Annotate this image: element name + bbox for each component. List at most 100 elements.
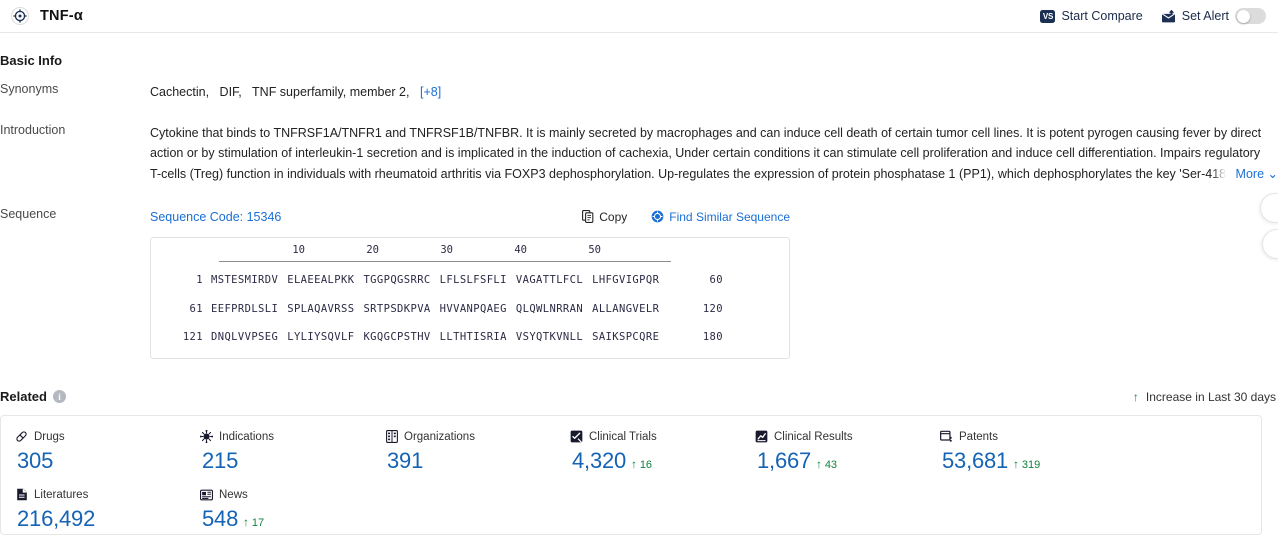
related-cards-grid: Drugs 305 Indications 215 Organizations 391 Cl…: [1, 430, 1261, 534]
info-icon[interactable]: i: [52, 390, 66, 403]
related-card-literatures[interactable]: Literatures 216,492: [1, 488, 186, 532]
related-card-header: Organizations: [385, 430, 556, 443]
sequence-ruler: 10 20 30 40 50: [151, 244, 789, 262]
delta-arrow-up-icon: ↑: [1013, 459, 1019, 471]
copy-icon: [582, 210, 594, 224]
sequence-lines: 1 MSTESMIRDV ELAEEALPKK TGGPQGSRRC LFLSLFSFL…: [151, 270, 789, 359]
sequence-chunk: LLTHTISRIA: [439, 331, 507, 343]
related-card-header: Indications: [200, 430, 371, 443]
basic-info-title: Basic Info: [0, 53, 63, 68]
related-card-delta: ↑ 319: [1013, 459, 1040, 472]
start-compare-button[interactable]: VS Start Compare: [1040, 9, 1143, 23]
sequence-line: 61 EEFPRDLSLI SPLAQAVRSS SRTPSDKPVA HVVANPQA…: [151, 299, 789, 320]
related-card-clinical-results[interactable]: Clinical Results 1,667 ↑ 43: [741, 430, 926, 474]
sequence-line-end: 60: [709, 274, 723, 286]
find-similar-label: Find Similar Sequence: [669, 209, 790, 224]
find-similar-icon: [651, 210, 664, 223]
sequence-line: 1 MSTESMIRDV ELAEEALPKK TGGPQGSRRC LFLSLFSFL…: [151, 270, 789, 291]
top-bar-actions: VS Start Compare Set Alert: [1040, 8, 1270, 24]
related-cards-panel: Drugs 305 Indications 215 Organizations 391 Cl…: [0, 415, 1262, 535]
related-card-drugs[interactable]: Drugs 305: [1, 430, 186, 474]
sequence-chunk: DNQLVVPSEG: [211, 331, 279, 343]
related-card-delta: ↑ 16: [631, 459, 652, 472]
sequence-header: Sequence Code: 15346 Copy Find Similar S…: [150, 207, 790, 228]
related-card-header: Literatures: [15, 488, 186, 501]
sequence-line-end: 233: [663, 356, 723, 359]
delta-arrow-up-icon: ↑: [816, 459, 822, 471]
related-title: Related: [0, 389, 47, 404]
copy-sequence-button[interactable]: Copy: [582, 207, 627, 228]
sequence-line-start: 1: [196, 274, 203, 286]
related-card-value: 216,492: [17, 506, 96, 531]
news-icon: [200, 488, 213, 501]
pill-icon: [15, 430, 28, 443]
introduction-text-clamp: Cytokine that binds to TNFRSF1A/TNFR1 an…: [150, 123, 1278, 185]
start-compare-label: Start Compare: [1061, 9, 1143, 23]
sequence-chunk: EEFPRDLSLI: [211, 302, 279, 315]
related-card-patents[interactable]: Patents 53,681 ↑ 319: [926, 430, 1111, 474]
related-card-label: Patents: [959, 430, 998, 443]
sequence-code-link[interactable]: Sequence Code: 15346: [150, 207, 281, 228]
sequence-chunk: ELAEEALPKK: [287, 274, 355, 286]
sequence-ruler-ticks: 10 20 30 40 50: [219, 244, 671, 262]
introduction-value: Cytokine that binds to TNFRSF1A/TNFR1 an…: [150, 123, 1278, 185]
sequence-box: 10 20 30 40 50 1 MSTESMIRDV ELAEEALPKK TGGP…: [150, 237, 790, 359]
related-card-indications[interactable]: Indications 215: [186, 430, 371, 474]
related-card-value: 53,681: [942, 448, 1009, 473]
related-card-label: Clinical Trials: [589, 430, 657, 443]
synonyms-row: Synonyms Cachectin, DIF, TNF superfamily…: [0, 82, 1278, 103]
sequence-line-residues: MSTESMIRDV ELAEEALPKK TGGPQGSRRC LFLSLFSFLI…: [211, 270, 663, 291]
alert-envelope-icon: [1161, 9, 1176, 23]
sequence-line-residues: DNQLVVPSEG LYLIYSQVLF KGQGCPSTHV LLTHTISRIA…: [211, 327, 663, 348]
introduction-more-button[interactable]: More ⌄: [1211, 164, 1278, 185]
related-card-delta-value: 17: [251, 517, 265, 529]
related-card-delta-value: 43: [824, 459, 838, 471]
related-card-header: Drugs: [15, 430, 186, 443]
related-card-organizations[interactable]: Organizations 391: [371, 430, 556, 474]
related-card-delta-value: 319: [1021, 459, 1041, 471]
related-card-label: Drugs: [34, 430, 65, 443]
copy-label: Copy: [599, 209, 628, 224]
related-card-label: Clinical Results: [774, 430, 853, 443]
virus-icon: [200, 430, 213, 443]
chevron-down-icon: ⌄: [1267, 167, 1278, 181]
related-card-value-row: 216,492: [15, 506, 186, 532]
related-card-delta-value: 16: [639, 459, 653, 471]
related-card-value-row: 215: [200, 448, 371, 474]
ruler-tick: 40: [514, 243, 527, 256]
synonyms-more-link[interactable]: [+8]: [420, 85, 441, 99]
synonym-item: DIF,: [219, 85, 242, 99]
sequence-line-start: 121: [182, 331, 203, 343]
target-icon: [10, 6, 30, 26]
introduction-more-label: More: [1235, 167, 1265, 181]
basic-info-table: Synonyms Cachectin, DIF, TNF superfamily…: [0, 82, 1278, 359]
sequence-line-residues: EEFPRDLSLI SPLAQAVRSS SRTPSDKPVA HVVANPQAEG…: [211, 299, 663, 320]
sequence-chunk: MSTESMIRDV: [211, 274, 279, 286]
related-card-value: 215: [202, 448, 239, 473]
find-similar-sequence-button[interactable]: Find Similar Sequence: [651, 207, 790, 228]
related-card-value: 391: [387, 448, 424, 473]
related-card-header: Clinical Trials: [570, 430, 741, 443]
sequence-chunk: LFLSLFSFLI: [439, 274, 507, 286]
delta-arrow-up-icon: ↑: [243, 517, 249, 529]
main-content: Basic Info Synonyms Cachectin, DIF, TNF …: [0, 33, 1278, 535]
introduction-label: Introduction: [0, 122, 66, 137]
building-icon: [385, 430, 398, 443]
related-card-label: Indications: [219, 430, 274, 443]
related-card-value: 548: [202, 506, 239, 531]
set-alert-toggle[interactable]: [1235, 8, 1266, 24]
clinical-trial-icon: [570, 430, 583, 443]
sequence-value: Sequence Code: 15346 Copy Find Similar S…: [150, 207, 1278, 359]
set-alert-label: Set Alert: [1181, 9, 1229, 23]
set-alert-control[interactable]: Set Alert: [1161, 8, 1266, 24]
sequence-chunk: LHFGVIGPQR: [592, 274, 660, 286]
delta-arrow-up-icon: ↑: [631, 459, 637, 471]
related-card-news[interactable]: News 548 ↑ 17: [186, 488, 371, 532]
sequence-chunk: TGGPQGSRRC: [363, 274, 431, 286]
related-card-value: 4,320: [572, 448, 627, 473]
related-card-clinical-trials[interactable]: Clinical Trials 4,320 ↑ 16: [556, 430, 741, 474]
sequence-line: 181TPEGAEAKPWYEPIYLGGVFQLEKGDRLSAEINRPDY…: [151, 356, 789, 359]
sequence-line-start: 181: [161, 356, 211, 359]
sequence-chunk: VAGATTLFCL: [515, 274, 584, 286]
legend-label: Increase in Last 30 days: [1145, 389, 1276, 404]
